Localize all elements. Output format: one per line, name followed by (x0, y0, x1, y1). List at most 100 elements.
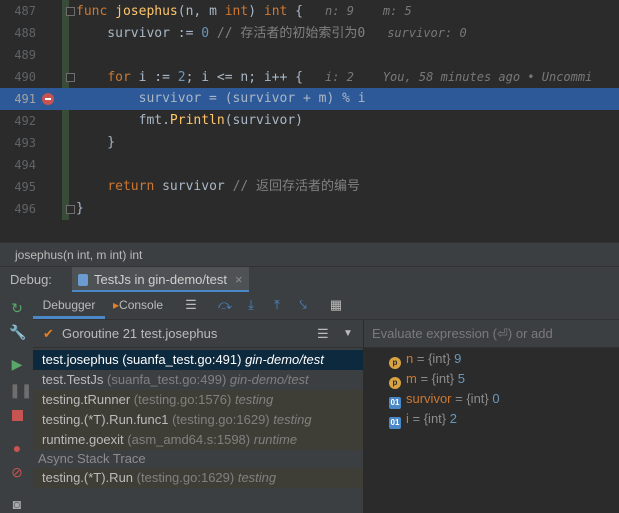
frame-location: (suanfa_test.go:499) (103, 372, 230, 387)
list-icon[interactable]: ☰ (317, 320, 329, 347)
code-text: for i := 2; i <= n; i++ {i: 2 You, 58 mi… (76, 66, 592, 89)
chevron-down-icon[interactable]: ▼ (343, 320, 353, 347)
code-editor[interactable]: 487 func josephus(n, m int) int {n: 9 m: … (0, 0, 619, 242)
stack-frame[interactable]: test.josephus (suanfa_test.go:491) gin-d… (33, 350, 363, 370)
frame-function: testing.(*T).Run (42, 470, 134, 485)
variable-type: {int} (466, 391, 489, 406)
inline-debug-value: n: 9 m: 5 (325, 4, 412, 18)
breadcrumb-text[interactable]: josephus(n int, m int) int (15, 248, 142, 262)
variable-value: 9 (454, 351, 462, 366)
rerun-icon[interactable]: ↻ (9, 300, 25, 316)
stack-frame[interactable]: testing.tRunner (testing.go:1576) testin… (33, 390, 363, 410)
fold-icon[interactable] (66, 205, 75, 214)
test-config-icon (78, 274, 88, 286)
line-number[interactable]: 492 (0, 110, 36, 132)
variable-type: {int} (423, 411, 447, 426)
stack-frame[interactable]: testing.(*T).Run.func1 (testing.go:1629)… (33, 410, 363, 430)
frame-location: (testing.go:1629) (168, 412, 274, 427)
breadcrumb[interactable]: josephus(n int, m int) int (0, 242, 619, 267)
variables-panel: Evaluate expression (⏎) or add pn = {int… (364, 320, 619, 513)
mute-breakpoints-icon[interactable]: ⊘ (9, 464, 25, 480)
local-variable-icon: 01 (389, 417, 401, 429)
line-number[interactable]: 496 (0, 198, 36, 220)
line-number[interactable]: 494 (0, 154, 36, 176)
line-number[interactable]: 489 (0, 44, 36, 66)
line-number[interactable]: 488 (0, 22, 36, 44)
variable-equals: = (416, 371, 432, 386)
close-icon[interactable]: × (235, 272, 243, 287)
pause-icon[interactable]: ❚❚ (9, 382, 32, 398)
code-token: ; i <= n; i++ { (185, 70, 303, 85)
variable-row[interactable]: pm = {int} 5 (389, 369, 465, 389)
breakpoint-icon[interactable] (42, 93, 54, 105)
wrench-icon[interactable]: 🔧 (9, 324, 26, 340)
code-text: fmt.Println(survivor) (76, 110, 303, 132)
async-header-text: Async Stack Trace (38, 451, 146, 466)
parameter-icon: p (389, 357, 401, 369)
code-line[interactable]: 487 func josephus(n, m int) int {n: 9 m: … (0, 0, 619, 22)
code-line-current[interactable]: 491 survivor = (survivor + m) % i (0, 88, 619, 110)
variable-name: m (406, 371, 417, 386)
step-out-icon[interactable]: ⤒ (269, 297, 285, 313)
tab-console[interactable]: ▸Console (113, 292, 185, 319)
fold-icon[interactable] (66, 7, 75, 16)
run-to-cursor-icon[interactable]: ⤥ (295, 297, 311, 313)
evaluate-expression-input[interactable]: Evaluate expression (⏎) or add (364, 320, 619, 348)
resume-icon[interactable]: ▶ (9, 356, 25, 372)
code-token: // 存活者的初始索引为0 (209, 26, 366, 41)
line-number[interactable]: 490 (0, 66, 36, 88)
frame-package: testing (273, 412, 312, 427)
variable-row[interactable]: 01 survivor = {int} 0 (389, 389, 500, 409)
code-line[interactable]: 488 survivor := 0 // 存活者的初始索引为0 survivor:… (0, 22, 619, 44)
variable-row[interactable]: 01 i = {int} 2 (389, 409, 457, 429)
frame-package: testing (234, 392, 274, 407)
code-line[interactable]: 490 for i := 2; i <= n; i++ {i: 2 You, 5… (0, 66, 619, 88)
async-stack-frame[interactable]: testing.(*T).Run (testing.go:1629) testi… (33, 468, 363, 488)
menu-icon[interactable]: ☰ (183, 297, 199, 313)
fold-icon[interactable] (66, 73, 75, 82)
code-token: 0 (201, 26, 210, 41)
frame-function: test.josephus (42, 352, 119, 367)
code-text: survivor := 0 // 存活者的初始索引为0 survivor: 0 (76, 22, 466, 45)
tab-console-label: Console (119, 298, 164, 312)
code-token: 2 (177, 70, 186, 85)
parameter-icon: p (389, 377, 401, 389)
code-token: i := (130, 70, 178, 85)
variable-row[interactable]: pn = {int} 9 (389, 349, 461, 369)
code-line[interactable]: 489 (0, 44, 619, 66)
code-token: for (107, 70, 131, 85)
code-line[interactable]: 494 (0, 154, 619, 176)
table-view-icon[interactable]: ▦ (328, 297, 344, 313)
code-text: } (76, 198, 84, 220)
async-stack-trace-header: Async Stack Trace (33, 450, 363, 468)
step-into-icon[interactable]: ⤓ (243, 297, 259, 313)
line-number[interactable]: 493 (0, 132, 36, 154)
camera-icon[interactable]: ◙ (9, 496, 25, 512)
local-variable-icon: 01 (389, 397, 401, 409)
code-token: } (76, 201, 84, 216)
code-token: fmt. (76, 113, 170, 128)
code-line[interactable]: 495 return survivor // 返回存活者的编号 (0, 176, 619, 198)
code-line[interactable]: 493 } (0, 132, 619, 154)
stop-icon[interactable] (9, 408, 25, 424)
line-number[interactable]: 487 (0, 0, 36, 22)
frame-package: gin-demo/test (229, 372, 309, 387)
line-number[interactable]: 495 (0, 176, 36, 198)
code-text: func josephus(n, m int) int {n: 9 m: 5 (76, 0, 412, 23)
code-token: int (224, 4, 249, 19)
code-line[interactable]: 492 fmt.Println(survivor) (0, 110, 619, 132)
code-token: func (76, 4, 116, 19)
code-line[interactable]: 496} (0, 198, 619, 220)
code-token: josephus (115, 4, 178, 19)
debug-session-tab[interactable]: TestJs in gin-demo/test × (72, 267, 249, 293)
line-number[interactable]: 491 (0, 88, 36, 110)
code-token: ) (248, 4, 264, 19)
debug-session-label: TestJs in gin-demo/test (94, 272, 227, 287)
tab-debugger[interactable]: Debugger (33, 292, 105, 319)
step-over-icon[interactable]: ⤼ (217, 297, 233, 313)
goroutine-selector[interactable]: ✔ Goroutine 21 test.josephus ☰ ▼ (33, 320, 363, 348)
stack-frame[interactable]: test.TestJs (suanfa_test.go:499) gin-dem… (33, 370, 363, 390)
stack-frame[interactable]: runtime.goexit (asm_amd64.s:1598) runtim… (33, 430, 363, 450)
code-token: } (76, 135, 116, 150)
view-breakpoints-icon[interactable]: ● (9, 440, 25, 456)
